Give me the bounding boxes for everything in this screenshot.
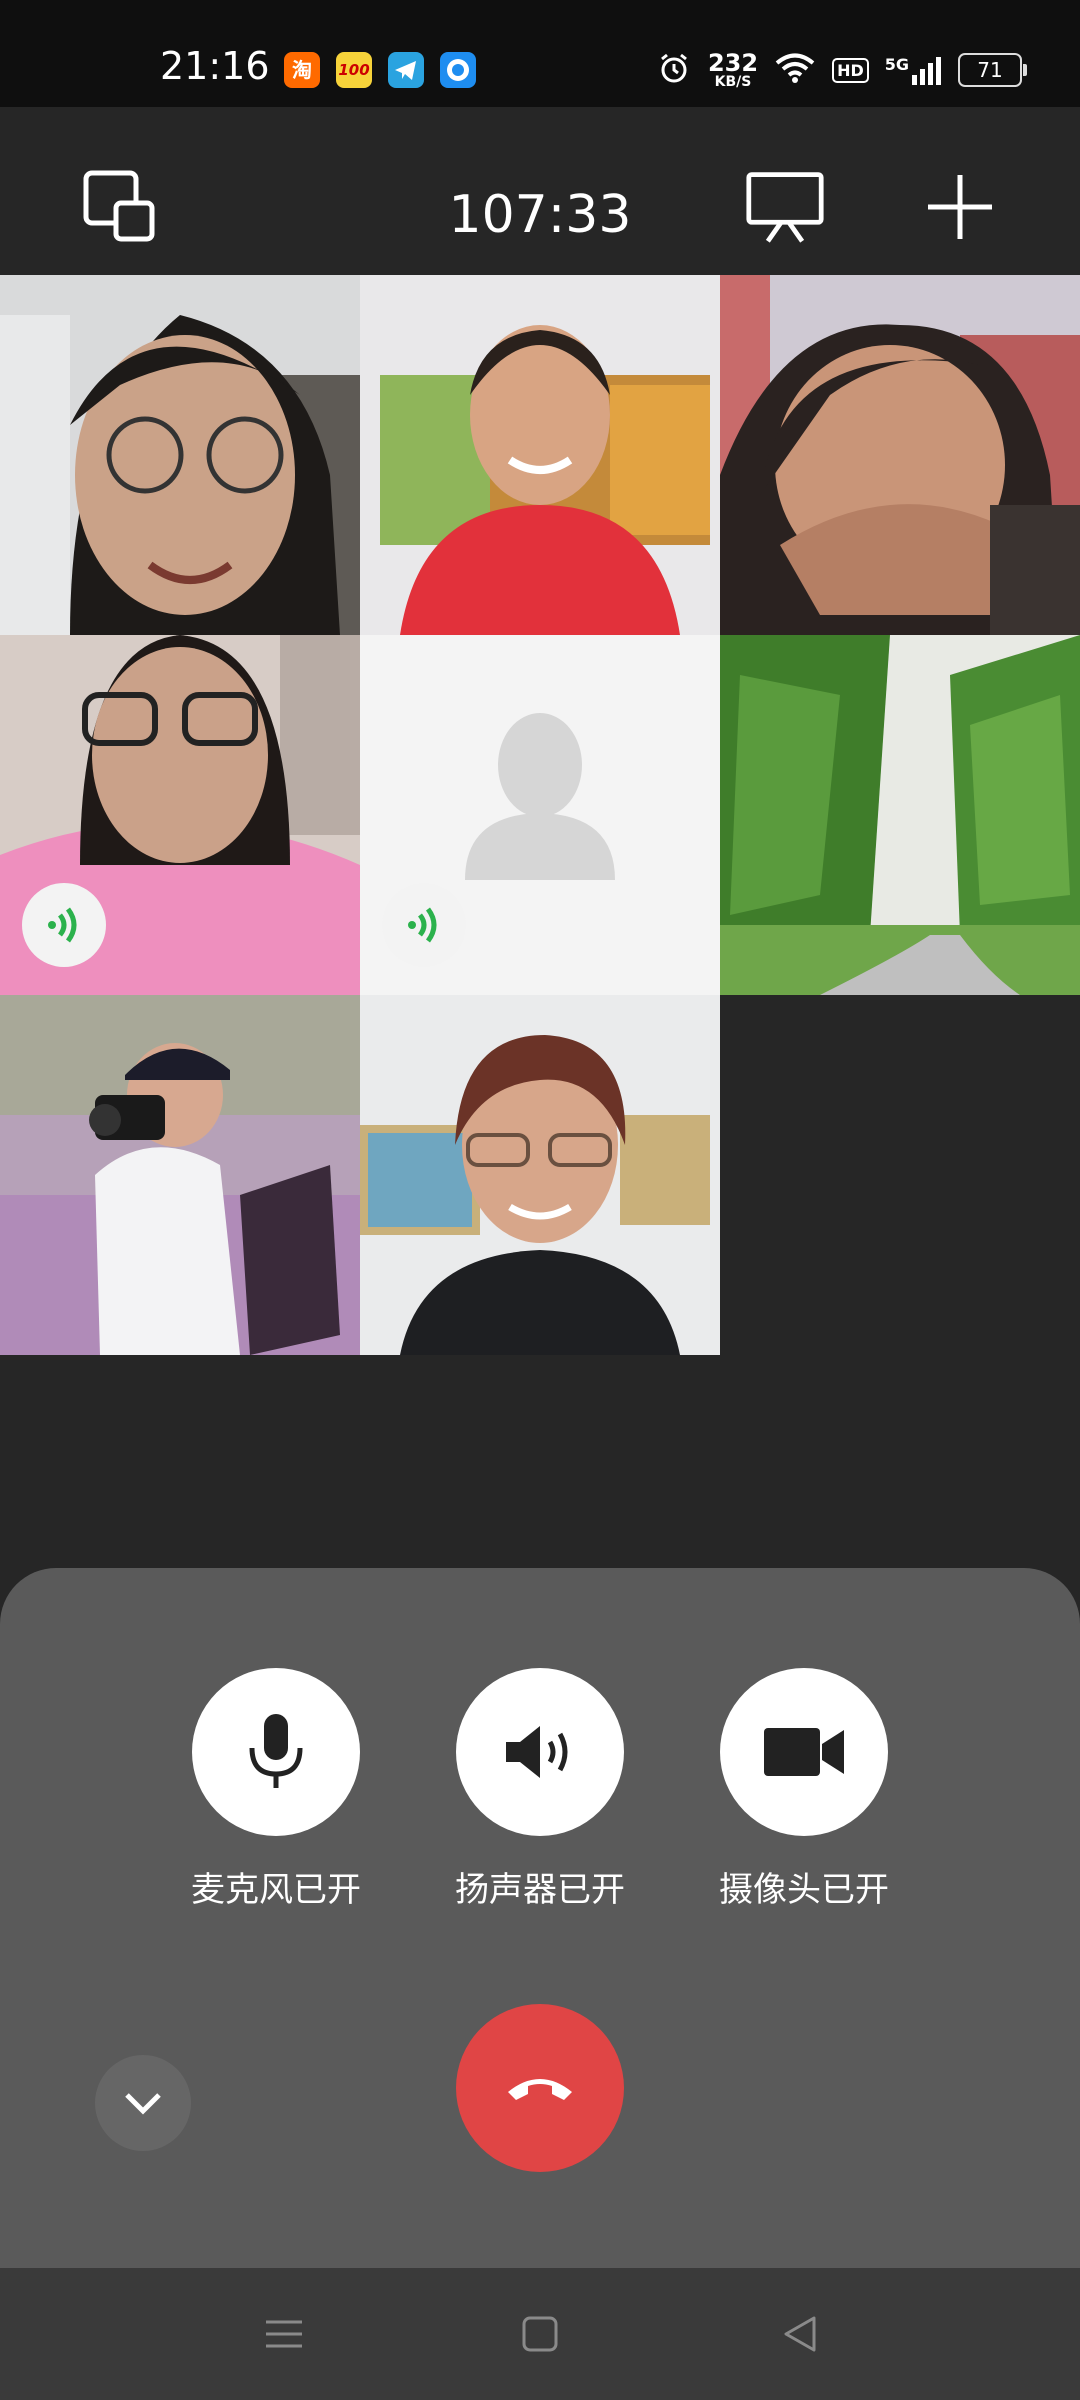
call-control-panel: 麦克风已开 扬声器已开 摄像头已开 [0,1568,1080,2268]
home-nav-button[interactable] [510,2308,570,2360]
notification-icons: 淘 100 [284,52,476,88]
hang-up-icon [508,2079,572,2100]
participant-video [360,275,720,635]
alarm-icon [656,50,692,90]
camera-control: 摄像头已开 [684,1668,924,1911]
100-icon: 100 [336,52,372,88]
participant-tile[interactable] [360,275,720,635]
speaker-toggle-button[interactable] [456,1668,624,1836]
status-time: 21:16 [160,44,270,88]
participant-grid [0,275,1080,1355]
mic-control: 麦克风已开 [156,1668,396,1911]
screen-share-button[interactable] [745,167,825,247]
speaker-control: 扬声器已开 [420,1668,660,1911]
browser-icon [440,52,476,88]
menu-icon [266,2320,302,2348]
add-icon [928,175,992,239]
speaking-icon [408,907,437,943]
microphone-icon [249,1714,303,1788]
participant-tile[interactable] [720,275,1080,635]
battery-indicator: 71 [958,53,1027,87]
speaking-indicator [22,883,106,967]
telegram-icon [388,52,424,88]
participant-video [720,635,1080,995]
mic-label: 麦克风已开 [191,1870,361,1910]
speaking-indicator [382,883,466,967]
system-navigation-bar [0,2268,1080,2400]
status-bar: 21:16 淘 100 232 KB/S HD 5G 71 [0,0,1080,107]
video-camera-icon [764,1728,844,1776]
camera-toggle-button[interactable] [720,1668,888,1836]
participant-video [0,995,360,1355]
mic-toggle-button[interactable] [192,1668,360,1836]
participant-video [360,995,720,1355]
speaker-icon [506,1726,568,1778]
system-icons: 232 KB/S HD 5G 71 [656,49,1027,90]
add-member-button[interactable] [920,167,1000,247]
collapse-button[interactable] [95,2055,191,2151]
hd-badge: HD [832,57,869,83]
participant-video [720,275,1080,635]
signal-icon: 5G [885,55,942,85]
participant-tile[interactable] [0,635,360,995]
participant-tile[interactable] [720,635,1080,995]
speaker-label: 扬声器已开 [455,1870,625,1910]
participant-video [0,275,360,635]
participant-tile[interactable] [0,995,360,1355]
camera-label: 摄像头已开 [719,1870,889,1910]
participant-tile[interactable] [0,275,360,635]
back-triangle-icon [784,2316,816,2352]
participant-tile[interactable] [360,995,720,1355]
back-nav-button[interactable] [770,2308,830,2360]
hang-up-button[interactable] [456,2004,624,2172]
call-timer: 107:33 [448,185,632,245]
speaking-icon [48,907,77,943]
menu-nav-button[interactable] [254,2308,314,2360]
chevron-down-icon [125,2093,161,2115]
participant-tile[interactable] [360,635,720,995]
wifi-icon [774,51,816,89]
home-square-icon [522,2316,558,2352]
taobao-icon: 淘 [284,52,320,88]
screen-share-icon [746,172,824,243]
call-top-bar: 107:33 [0,107,1080,275]
network-speed: 232 KB/S [707,49,759,90]
